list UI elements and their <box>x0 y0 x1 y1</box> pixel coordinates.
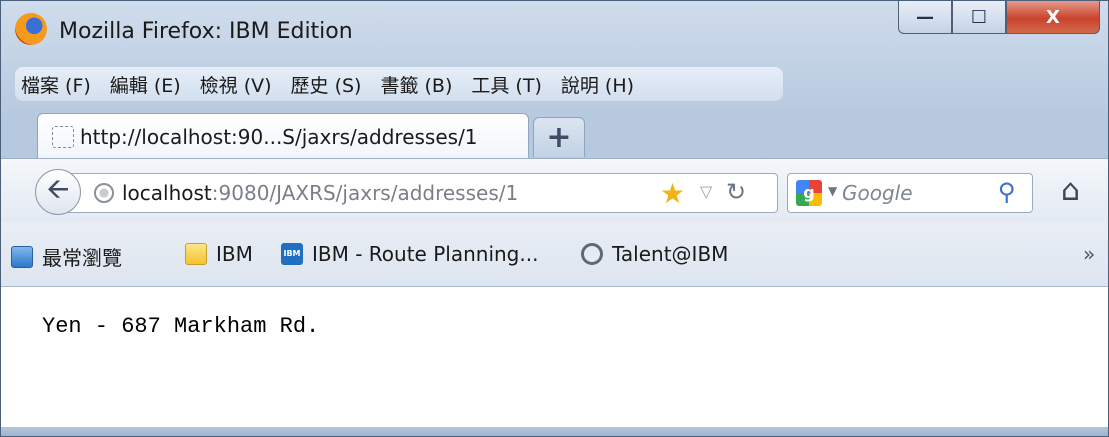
maximize-icon: ☐ <box>970 6 988 28</box>
window-title: Mozilla Firefox: IBM Edition <box>59 19 353 44</box>
bookmark-most-visited[interactable]: 最常瀏覽 <box>11 242 122 271</box>
ibm-logo-icon: IBM <box>281 243 303 265</box>
menu-edit[interactable]: 編輯 (E) <box>110 71 181 98</box>
reload-icon[interactable]: ↻ <box>726 178 746 206</box>
url-host: localhost <box>122 181 212 205</box>
minimize-button[interactable]: — <box>898 1 952 34</box>
google-engine-icon[interactable]: g <box>796 180 822 206</box>
title-bar: Mozilla Firefox: IBM Edition — ☐ X <box>1 1 1108 61</box>
bookmark-label: IBM - Route Planning... <box>312 242 539 266</box>
url-bar[interactable]: localhost:9080/JAXRS/jaxrs/addresses/1 ★… <box>65 173 778 213</box>
page-content: Yen - 687 Markham Rd. <box>1 287 1108 427</box>
address-text: Yen - 687 Markham Rd. <box>42 314 320 339</box>
search-input[interactable]: Google <box>842 181 913 205</box>
bookmark-label: Talent@IBM <box>612 242 729 266</box>
folder-icon <box>185 243 207 265</box>
menu-view[interactable]: 檢視 (V) <box>200 71 272 98</box>
search-icon[interactable]: ⚲ <box>998 178 1016 206</box>
bookmark-route-planning[interactable]: IBM IBM - Route Planning... <box>281 242 538 266</box>
bookmark-ibm-folder[interactable]: IBM <box>185 242 253 266</box>
close-button[interactable]: X <box>1006 1 1100 34</box>
menu-bar: 檔案 (F) 編輯 (E) 檢視 (V) 歷史 (S) 書籤 (B) 工具 (T… <box>15 67 783 101</box>
engine-dropdown-icon[interactable]: ▼ <box>828 184 837 198</box>
menu-help[interactable]: 說明 (H) <box>561 71 634 98</box>
bookmark-talent[interactable]: Talent@IBM <box>581 242 728 266</box>
browser-window: Mozilla Firefox: IBM Edition — ☐ X 檔案 (F… <box>0 0 1109 437</box>
menu-history[interactable]: 歷史 (S) <box>291 71 362 98</box>
back-button[interactable]: 🡨 <box>35 169 81 215</box>
tab-title: http://localhost:90...S/jaxrs/addresses/… <box>80 124 478 149</box>
menu-tools[interactable]: 工具 (T) <box>471 71 541 98</box>
window-controls: — ☐ X <box>898 1 1100 35</box>
navigation-toolbar: 🡨 localhost:9080/JAXRS/jaxrs/addresses/1… <box>1 158 1108 223</box>
url-text: localhost:9080/JAXRS/jaxrs/addresses/1 <box>122 181 518 205</box>
tab-active[interactable]: http://localhost:90...S/jaxrs/addresses/… <box>37 113 529 159</box>
bookmarks-toolbar: 最常瀏覽 IBM IBM IBM - Route Planning... Tal… <box>1 222 1108 287</box>
home-icon[interactable]: ⌂ <box>1061 173 1080 208</box>
url-dropdown-icon[interactable]: ▽ <box>700 182 712 201</box>
menu-bookmarks[interactable]: 書籤 (B) <box>380 71 452 98</box>
bookmark-label: 最常瀏覽 <box>42 246 122 270</box>
bookmarks-overflow-chevron-icon[interactable]: » <box>1083 242 1095 266</box>
new-tab-button[interactable]: + <box>533 117 585 157</box>
bookmark-star-icon[interactable]: ★ <box>660 177 685 210</box>
maximize-button[interactable]: ☐ <box>952 1 1006 34</box>
url-path: :9080/JAXRS/jaxrs/addresses/1 <box>211 181 519 205</box>
site-identity-icon[interactable] <box>94 183 114 203</box>
firefox-icon <box>15 13 47 45</box>
blank-page-icon <box>52 125 74 148</box>
talent-icon <box>581 243 603 265</box>
menu-file[interactable]: 檔案 (F) <box>21 71 91 98</box>
plus-icon: + <box>546 120 572 155</box>
window-bottom-border <box>1 427 1108 436</box>
search-bar[interactable]: g ▼ Google ⚲ <box>787 173 1033 213</box>
minimize-icon: — <box>916 6 934 28</box>
bookmark-label: IBM <box>216 242 253 266</box>
most-visited-icon <box>11 245 33 268</box>
back-arrow-icon: 🡨 <box>46 172 70 205</box>
close-icon: X <box>1046 6 1060 28</box>
